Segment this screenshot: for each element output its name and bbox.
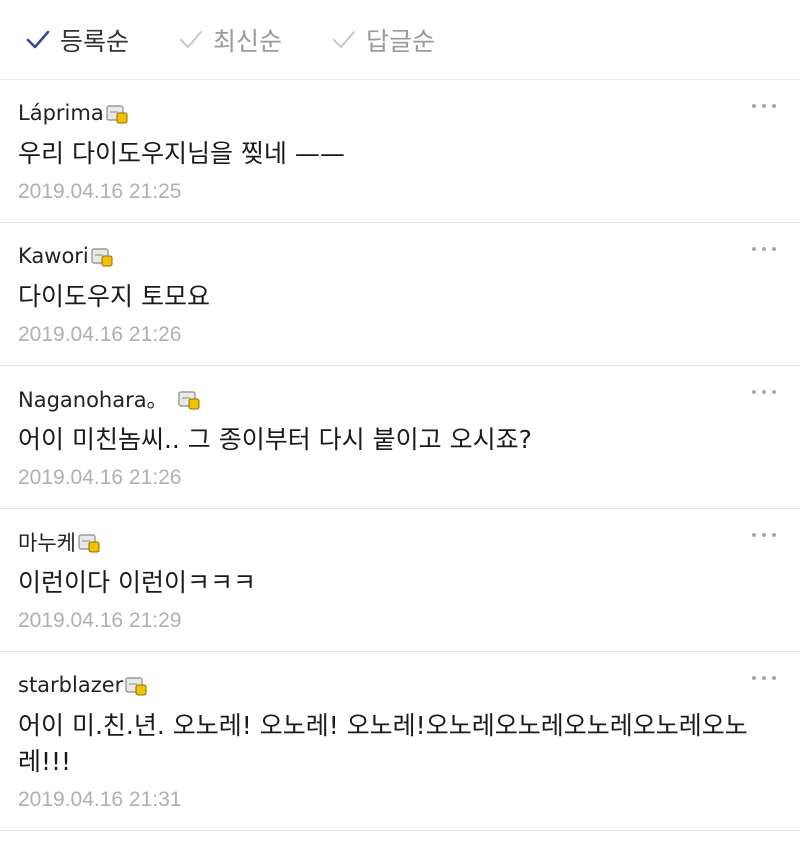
sort-tab-latest[interactable]: 최신순 [177, 22, 282, 58]
more-options-icon[interactable] [752, 100, 776, 112]
more-options-icon[interactable] [752, 529, 776, 541]
sort-tab-label: 등록순 [60, 26, 130, 56]
member-badge-icon [177, 390, 200, 410]
sort-tab-label: 답글순 [366, 26, 436, 56]
comment-author[interactable]: Naganohara。 [18, 384, 168, 414]
comment-author[interactable]: 마누케 [18, 527, 76, 557]
comment-item: starblazer 어이 미.친.년. 오노레! 오노레! 오노레!오노레오노… [0, 652, 800, 831]
more-options-icon[interactable] [752, 243, 776, 255]
comment-author[interactable]: starblazer [18, 673, 123, 697]
member-badge-icon [91, 247, 113, 267]
comment-item: Láprima 우리 다이도우지님을 찢네 —— 2019.04.16 21:2… [0, 80, 800, 223]
comment-date: 2019.04.16 21:26 [18, 466, 182, 489]
comment-header: Naganohara。 [18, 384, 780, 414]
check-icon [330, 26, 358, 54]
sort-tab-registered[interactable]: 등록순 [24, 22, 129, 58]
comment-header: Kawori [18, 241, 780, 271]
comment-item: Naganohara。 어이 미친놈씨.. 그 종이부터 다시 붙이고 오시죠?… [0, 366, 800, 509]
comment-text: 어이 미친놈씨.. 그 종이부터 다시 붙이고 오시죠? [18, 425, 532, 454]
comment-text: 다이도우지 토모요 [18, 282, 210, 311]
comment-header: starblazer [18, 670, 780, 700]
comment-date: 2019.04.16 21:25 [18, 180, 182, 203]
comment-text: 우리 다이도우지님을 찢네 —— [18, 139, 345, 168]
comment-date: 2019.04.16 21:31 [18, 788, 182, 811]
comment-date: 2019.04.16 21:29 [18, 609, 182, 632]
comment-text: 이런이다 이런이ㅋㅋㅋ [18, 568, 256, 597]
member-badge-icon [78, 533, 100, 553]
sort-tab-replies[interactable]: 답글순 [330, 22, 435, 58]
comment-author[interactable]: Kawori [18, 244, 89, 268]
comment-date: 2019.04.16 21:26 [18, 323, 182, 346]
more-options-icon[interactable] [752, 672, 776, 684]
check-icon [177, 26, 205, 54]
comment-header: 마누케 [18, 527, 780, 557]
comment-author[interactable]: Láprima [18, 101, 104, 125]
comment-header: Láprima [18, 98, 780, 128]
more-options-icon[interactable] [752, 386, 776, 398]
sort-tab-label: 최신순 [213, 26, 283, 56]
check-icon [24, 26, 52, 54]
comment-item: 마누케 이런이다 이런이ㅋㅋㅋ 2019.04.16 21:29 [0, 509, 800, 652]
member-badge-icon [125, 676, 147, 696]
comment-text: 어이 미.친.년. 오노레! 오노레! 오노레!오노레오노레오노레오노레오노레!… [18, 711, 748, 776]
sort-bar: 등록순 최신순 답글순 [0, 0, 800, 80]
member-badge-icon [106, 104, 128, 124]
comment-item: Kawori 다이도우지 토모요 2019.04.16 21:26 [0, 223, 800, 366]
